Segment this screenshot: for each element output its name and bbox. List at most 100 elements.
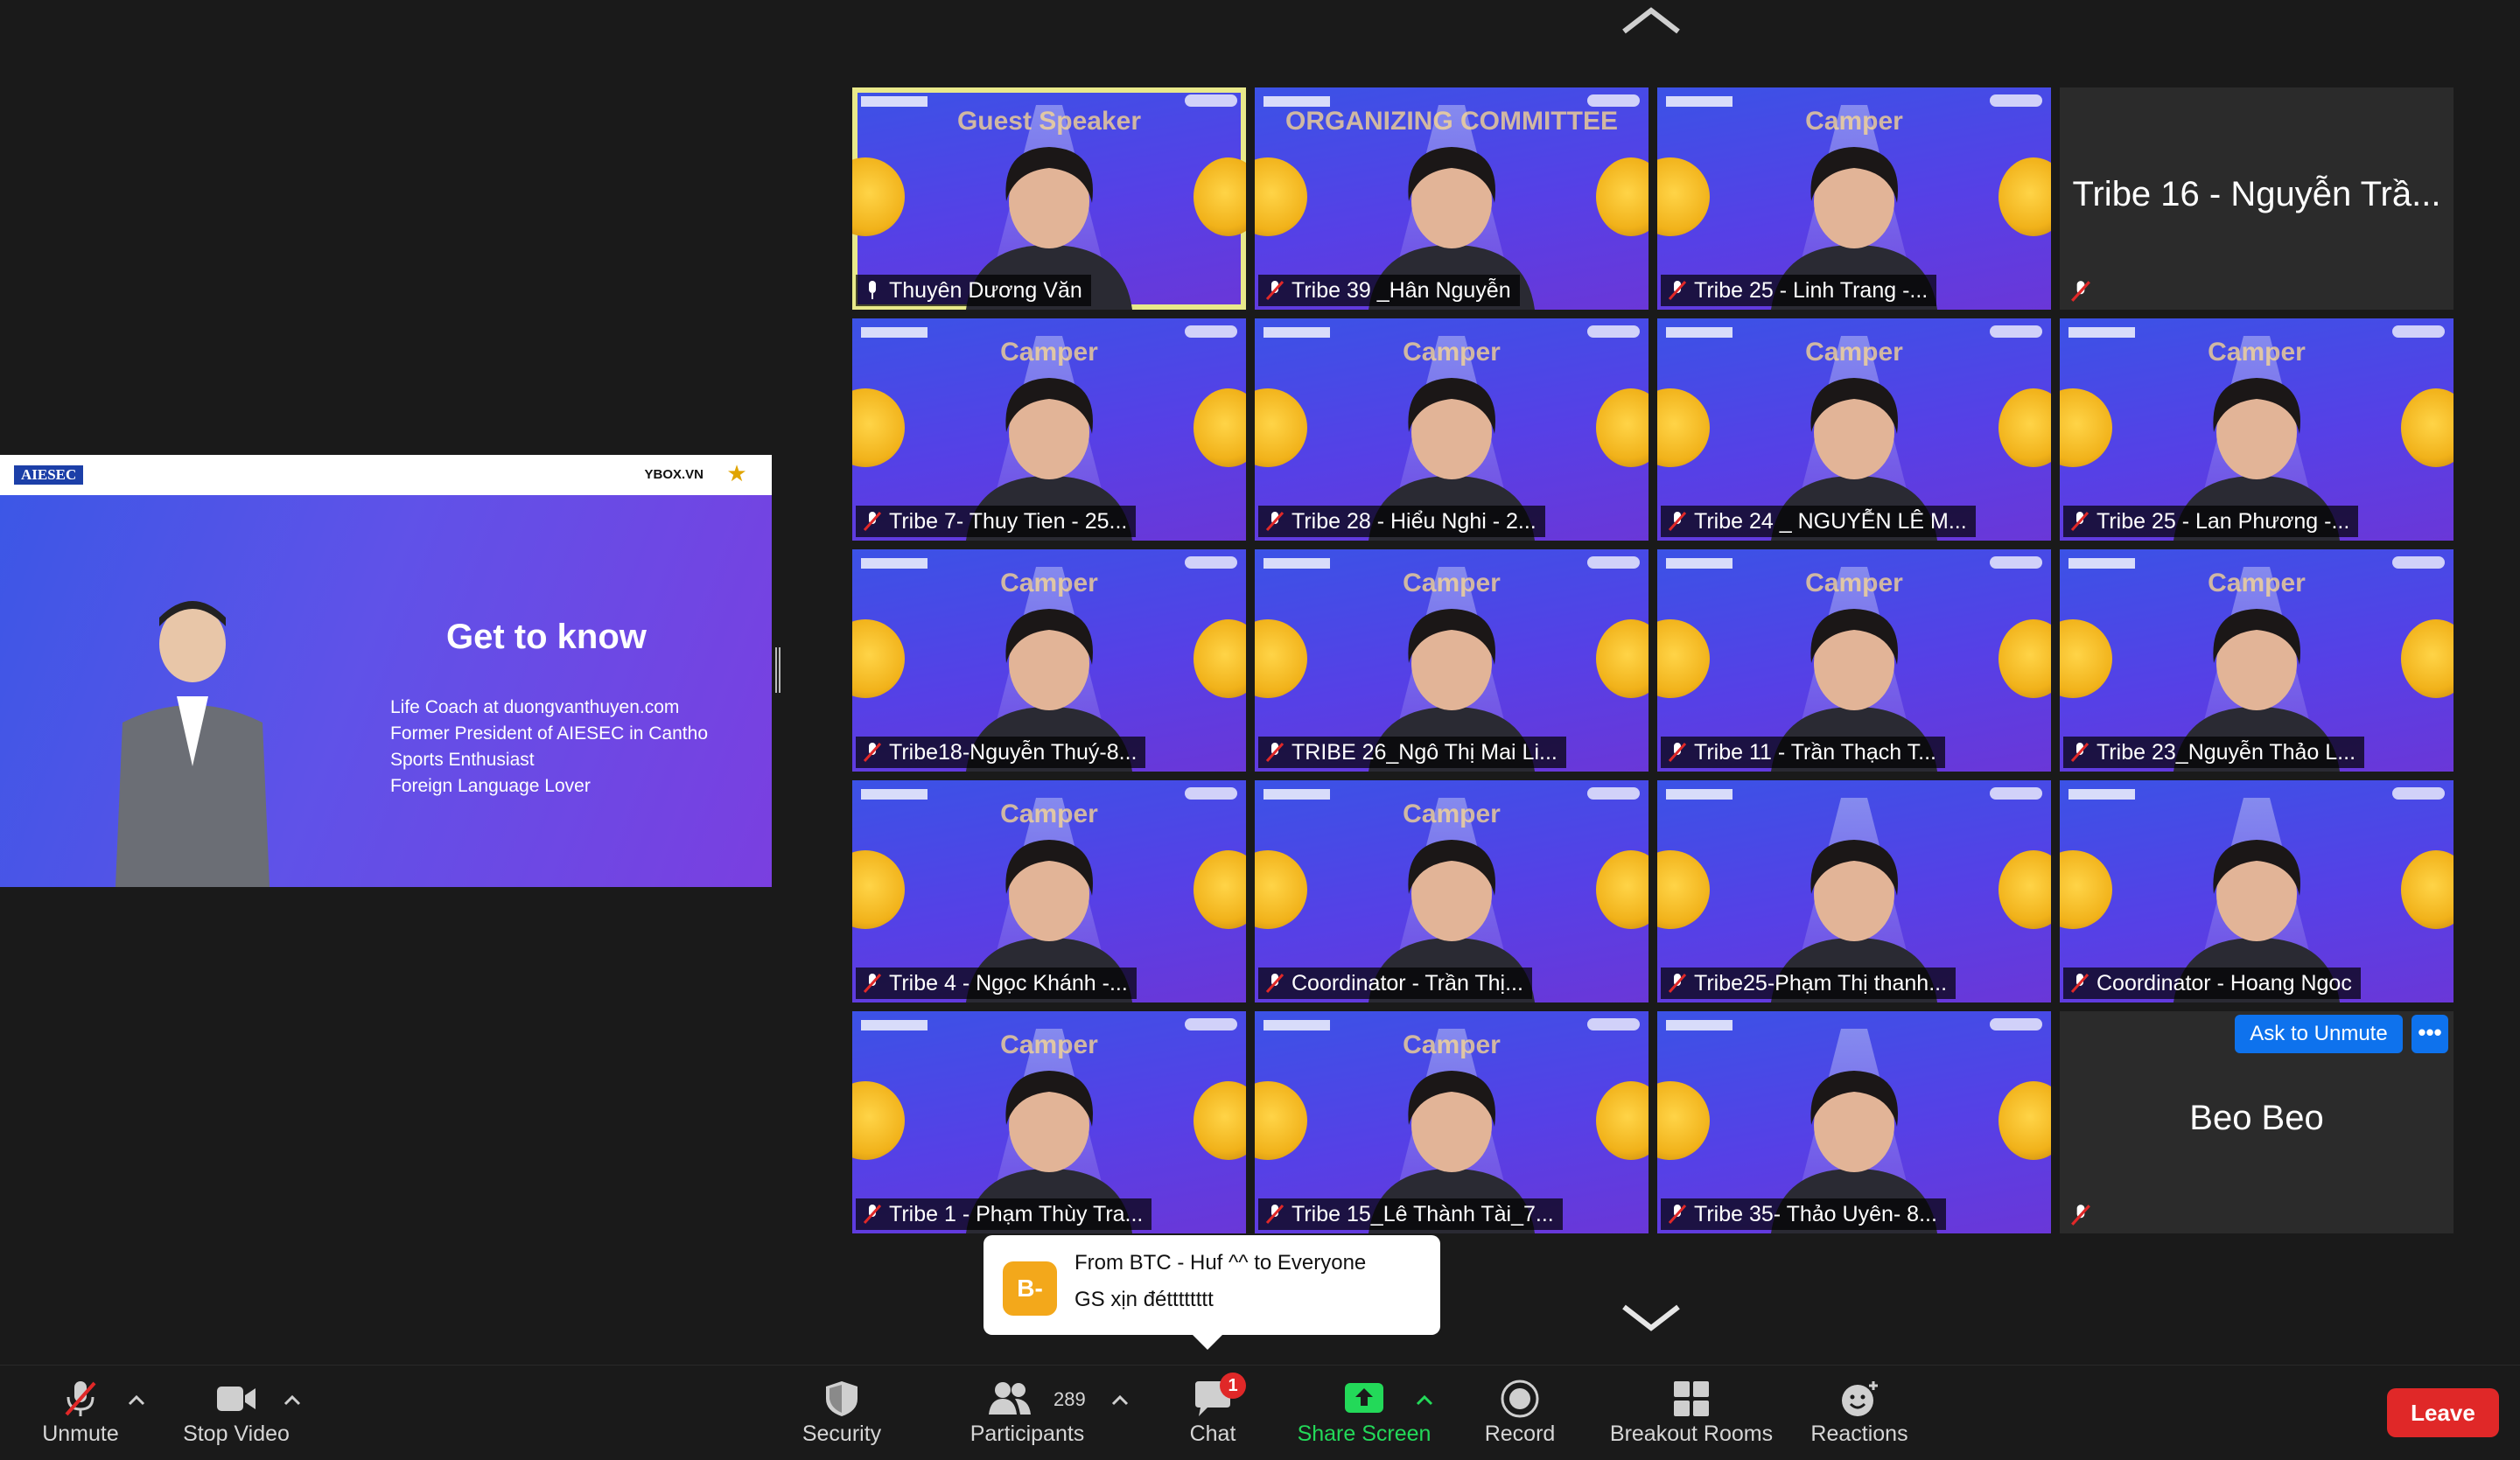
record-button[interactable]: Record [1472, 1366, 1568, 1460]
coin-decoration [1255, 619, 1307, 698]
chat-label: Chat [1189, 1422, 1236, 1446]
participants-options-caret-icon[interactable] [1110, 1392, 1130, 1409]
slide-line: Life Coach at duongvanthuyen.com [390, 697, 680, 717]
video-options-caret-icon[interactable] [282, 1392, 303, 1409]
participant-tile[interactable]: Camper Coordinator - Trần Thị... [1255, 780, 1648, 1002]
participant-name-label: Tribe 23_Nguyễn Thảo L... [2063, 737, 2365, 768]
aiesec-badge [1264, 789, 1330, 800]
participant-tile[interactable]: Camper Tribe 24 _ NGUYỄN LÊ M... [1657, 318, 2051, 541]
participant-name: Tribe 39 _Hân Nguyễn [1292, 278, 1511, 303]
coin-decoration [1596, 1081, 1648, 1160]
participant-name-label: Tribe 39 _Hân Nguyễn [1258, 275, 1520, 306]
video-camera-icon [217, 1387, 256, 1411]
ask-to-unmute-button[interactable]: Ask to Unmute [2235, 1015, 2403, 1053]
participant-name: Tribe 24 _ NGUYỄN LÊ M... [1694, 509, 1967, 534]
participant-name-label: Tribe 7- Thuy Tien - 25... [856, 506, 1137, 537]
coin-decoration [2401, 850, 2454, 929]
muted-mic-icon [1265, 1204, 1284, 1225]
page-down-chevron-icon[interactable] [1620, 1302, 1682, 1333]
muted-mic-icon [2070, 742, 2090, 763]
ybox-badge [2392, 556, 2445, 569]
participant-tile[interactable]: Tribe 35- Thảo Uyên- 8... [1657, 1011, 2051, 1233]
ybox-badge [1185, 1018, 1237, 1030]
participant-tile[interactable]: Camper Tribe18-Nguyễn Thuý-8... [852, 549, 1246, 772]
coin-decoration [1596, 157, 1648, 236]
leave-button[interactable]: Leave [2387, 1388, 2499, 1437]
participant-tile[interactable]: Tribe 16 - Nguyễn Trầ... [2060, 87, 2454, 310]
participants-button[interactable]: 289 Participants [962, 1366, 1092, 1460]
ybox-badge [1185, 94, 1237, 107]
participant-tile[interactable]: Tribe25-Phạm Thị thanh... [1657, 780, 2051, 1002]
participant-tile[interactable]: Camper TRIBE 26_Ngô Thị Mai Li... [1255, 549, 1648, 772]
breakout-rooms-label: Breakout Rooms [1609, 1422, 1774, 1446]
stop-video-button[interactable]: Stop Video [175, 1366, 298, 1460]
coin-decoration [1255, 388, 1307, 467]
ybox-badge [1185, 325, 1237, 338]
slide-title: Get to know [446, 618, 647, 656]
aiesec-badge [2068, 789, 2135, 800]
participant-tile[interactable]: Camper Tribe 4 - Ngọc Khánh -... [852, 780, 1246, 1002]
coin-decoration [2401, 388, 2454, 467]
participant-name: Tribe 7- Thuy Tien - 25... [889, 509, 1128, 534]
participant-tile[interactable]: Camper Tribe 7- Thuy Tien - 25... [852, 318, 1246, 541]
ybox-badge [1185, 787, 1237, 800]
aiesec-badge [1666, 558, 1732, 569]
participants-icon [989, 1382, 1031, 1415]
participant-tile[interactable]: Camper Tribe 1 - Phạm Thùy Tra... [852, 1011, 1246, 1233]
page-up-chevron-icon[interactable] [1620, 5, 1682, 37]
shared-screen: AIESEC YBOX.VN ★ Get to know Life Coach … [0, 455, 772, 887]
aiesec-badge [1666, 1020, 1732, 1030]
coin-decoration [1998, 850, 2051, 929]
participant-tile[interactable]: ORGANIZING COMMITTEE Tribe 39 _Hân Nguyễn [1255, 87, 1648, 310]
aiesec-badge [861, 96, 928, 107]
participant-tile[interactable]: Camper Tribe 11 - Trần Thạch T... [1657, 549, 2051, 772]
chat-button[interactable]: 1 Chat [1160, 1366, 1265, 1460]
aiesec-badge [861, 1020, 928, 1030]
participant-tile[interactable]: Guest Speaker Thuyên Dương Văn [852, 87, 1246, 310]
aiesec-badge [2068, 327, 2135, 338]
participant-name: Coordinator - Hoang Ngoc [2096, 971, 2352, 995]
participant-tile[interactable]: Camper Tribe 25 - Linh Trang -... [1657, 87, 2051, 310]
participant-name-label: Coordinator - Hoang Ngoc [2063, 968, 2361, 999]
participant-tile[interactable]: Camper Tribe 15_Lê Thành Tài_7... [1255, 1011, 1648, 1233]
share-options-caret-icon[interactable] [1414, 1392, 1435, 1409]
chat-notification[interactable]: B- From BTC - Huf ^^ to Everyone GS xịn … [984, 1235, 1440, 1350]
chat-unread-badge: 1 [1220, 1373, 1246, 1399]
aiesec-badge [1666, 327, 1732, 338]
unmute-button[interactable]: Unmute [24, 1366, 136, 1460]
aiesec-badge [2068, 558, 2135, 569]
more-options-button[interactable]: ••• [2412, 1015, 2448, 1053]
muted-mic-icon [1265, 973, 1284, 994]
aiesec-badge [1264, 327, 1330, 338]
ybox-badge [1587, 787, 1640, 800]
coin-decoration [1596, 850, 1648, 929]
muted-mic-icon [863, 1204, 882, 1225]
participant-tile[interactable]: Camper Tribe 25 - Lan Phương -... [2060, 318, 2454, 541]
coin-decoration [852, 850, 905, 929]
breakout-rooms-button[interactable]: Breakout Rooms [1601, 1366, 1782, 1460]
aiesec-badge [1666, 789, 1732, 800]
slide-bullets: Life Coach at duongvanthuyen.com Former … [390, 695, 708, 800]
participant-name: Tribe 1 - Phạm Thùy Tra... [889, 1202, 1144, 1226]
participant-name-label: Thuyên Dương Văn [856, 275, 1091, 306]
coin-decoration [1998, 388, 2051, 467]
share-screen-button[interactable]: Share Screen [1290, 1366, 1438, 1460]
coin-decoration [2060, 388, 2112, 467]
participant-name: Tribe25-Phạm Thị thanh... [1694, 971, 1948, 995]
share-screen-icon [1345, 1383, 1383, 1413]
participant-tile[interactable]: Coordinator - Hoang Ngoc [2060, 780, 2454, 1002]
participant-name-label: Tribe 28 - Hiểu Nghi - 2... [1258, 506, 1545, 537]
muted-mic-icon [2070, 511, 2090, 532]
splitter-handle[interactable] [775, 647, 780, 693]
coin-decoration [1255, 850, 1307, 929]
coin-decoration [2401, 619, 2454, 698]
security-button[interactable]: Security [788, 1366, 896, 1460]
audio-options-caret-icon[interactable] [126, 1392, 147, 1409]
participant-name: Tribe 15_Lê Thành Tài_7... [1292, 1202, 1554, 1226]
stop-video-label: Stop Video [183, 1422, 290, 1446]
participant-tile[interactable]: Camper Tribe 28 - Hiểu Nghi - 2... [1255, 318, 1648, 541]
participant-tile[interactable]: Camper Tribe 23_Nguyễn Thảo L... [2060, 549, 2454, 772]
reactions-button[interactable]: Reactions [1802, 1366, 1916, 1460]
participant-name: Beo Beo [2189, 1099, 2324, 1137]
aiesec-logo: AIESEC [14, 465, 84, 485]
